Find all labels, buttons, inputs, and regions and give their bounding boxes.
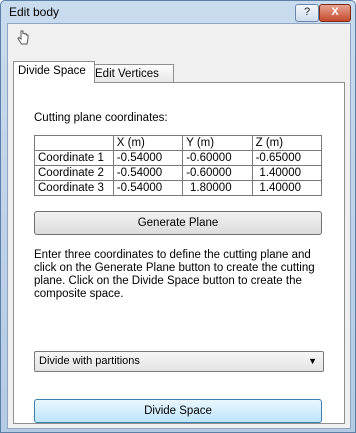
coordinates-table: X (m) Y (m) Z (m) Coordinate 1 -0.54000 … — [34, 135, 323, 196]
cell-x[interactable]: -0.54000 — [112, 150, 184, 166]
divide-mode-value: Divide with partitions — [39, 355, 140, 367]
instructions-text: Enter three coordinates to define the cu… — [34, 249, 315, 300]
title-bar[interactable]: Edit body ? X — [1, 1, 355, 23]
divide-mode-select[interactable]: Divide with partitions ▼ — [34, 351, 324, 372]
generate-plane-button[interactable]: Generate Plane — [34, 211, 322, 235]
table-row: Coordinate 2 -0.54000 -0.60000 1.40000 — [34, 165, 323, 181]
row-label: Coordinate 2 — [34, 165, 114, 181]
cell-y[interactable]: -0.60000 — [182, 165, 253, 181]
dialog-client-area: Divide Space Edit Vertices Cutting plane… — [7, 23, 351, 429]
cutting-plane-label: Cutting plane coordinates: — [34, 112, 168, 124]
row-label: Coordinate 3 — [34, 180, 114, 196]
cell-z[interactable]: 1.40000 — [251, 165, 323, 181]
column-header-y: Y (m) — [182, 135, 253, 151]
window-title: Edit body — [9, 5, 60, 19]
cell-x[interactable]: -0.54000 — [112, 165, 184, 181]
cell-y[interactable]: -0.60000 — [182, 150, 253, 166]
cell-x[interactable]: -0.54000 — [112, 180, 184, 196]
tab-edit-vertices[interactable]: Edit Vertices — [90, 64, 174, 83]
divide-space-panel: Cutting plane coordinates: X (m) Y (m) Z… — [13, 82, 345, 424]
cell-z[interactable]: -0.65000 — [251, 150, 323, 166]
tab-divide-space[interactable]: Divide Space — [13, 61, 95, 83]
help-button[interactable]: ? — [295, 4, 319, 22]
cell-z[interactable]: 1.40000 — [251, 180, 323, 196]
close-button[interactable]: X — [319, 4, 351, 22]
cursor-hand-icon[interactable] — [16, 30, 30, 46]
cell-y[interactable]: 1.80000 — [182, 180, 253, 196]
edit-body-window: Edit body ? X Divide Space Edit Vertices… — [0, 0, 356, 433]
column-header-z: Z (m) — [251, 135, 323, 151]
table-corner-header — [34, 135, 114, 151]
divide-space-button[interactable]: Divide Space — [34, 399, 322, 423]
table-row: Coordinate 3 -0.54000 1.80000 1.40000 — [34, 180, 323, 196]
column-header-x: X (m) — [112, 135, 184, 151]
chevron-down-icon[interactable]: ▼ — [308, 352, 317, 371]
table-row: Coordinate 1 -0.54000 -0.60000 -0.65000 — [34, 150, 323, 166]
table-header-row: X (m) Y (m) Z (m) — [34, 135, 323, 151]
row-label: Coordinate 1 — [34, 150, 114, 166]
